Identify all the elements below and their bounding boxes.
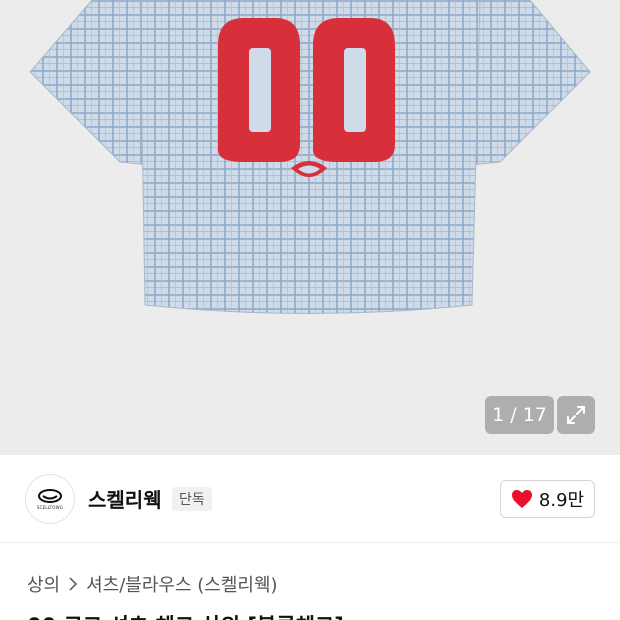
exclusive-badge: 단독	[172, 487, 212, 511]
brand-logo-mark	[38, 488, 62, 503]
product-image-gallery[interactable]: 00 1 / 17	[0, 0, 620, 455]
brand-logo[interactable]: SCELLTOWG	[25, 474, 75, 524]
like-count: 8.9만	[538, 490, 585, 511]
like-button[interactable]: 8.9만	[500, 480, 595, 518]
product-image: 00	[0, 0, 620, 455]
brand-name[interactable]: 스켈리웩	[88, 484, 162, 513]
expand-button[interactable]	[557, 396, 595, 434]
chevron-right-icon	[69, 577, 78, 591]
heart-icon	[511, 490, 532, 508]
breadcrumb-subcategory[interactable]: 셔츠/블라우스 (스켈리웩)	[86, 571, 277, 597]
breadcrumb-category[interactable]: 상의	[27, 571, 60, 597]
expand-icon	[567, 406, 585, 424]
product-title-container: 00 로고 셔츠 체크 상의 [블루체크]	[27, 605, 427, 620]
brand-logo-text: SCELLTOWG	[36, 504, 64, 510]
product-title: 00 로고 셔츠 체크 상의 [블루체크]	[27, 610, 427, 620]
breadcrumb: 상의 셔츠/블라우스 (스켈리웩)	[27, 571, 278, 597]
image-counter: 1 / 17	[485, 396, 554, 434]
